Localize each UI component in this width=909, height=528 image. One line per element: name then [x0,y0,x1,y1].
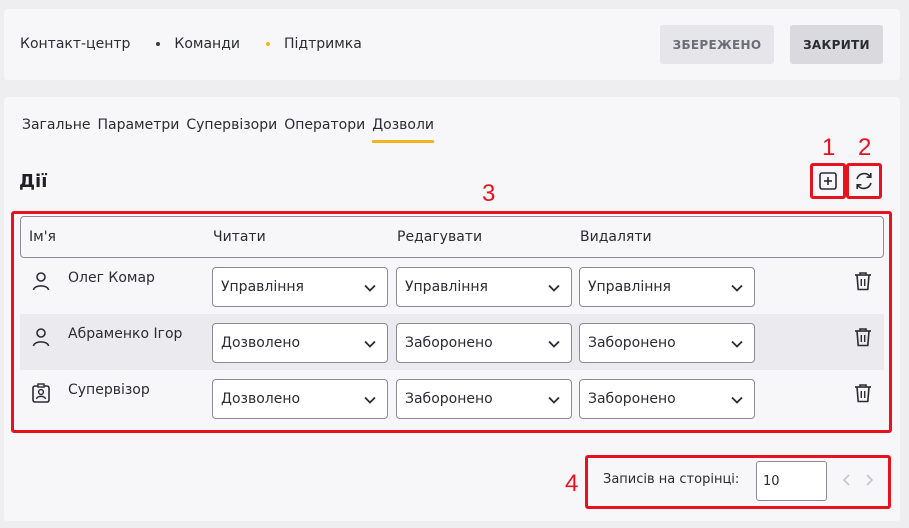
annotation-box-1 [810,163,846,199]
permissions-card: Загальне Параметри Супервізори Оператори… [4,97,900,521]
annotation-marker-4: 4 [565,470,579,497]
breadcrumb-item-support[interactable]: Підтримка [284,36,362,52]
breadcrumb-item-contact-center[interactable]: Контакт-центр [20,36,130,52]
top-bar: Контакт-центр Команди Підтримка ЗБЕРЕЖЕН… [4,9,900,80]
section-title: Дії [19,171,48,192]
saved-button[interactable]: ЗБЕРЕЖЕНО [660,25,774,64]
annotation-box-3 [11,211,892,433]
tab-bar: Загальне Параметри Супервізори Оператори… [22,117,441,143]
tab-general[interactable]: Загальне [22,117,90,143]
tab-supervisors[interactable]: Супервізори [186,117,277,143]
annotation-marker-3: 3 [482,180,496,207]
breadcrumb: Контакт-центр Команди Підтримка [20,36,362,52]
breadcrumb-item-teams[interactable]: Команди [174,36,240,52]
tab-permissions[interactable]: Дозволи [372,117,434,143]
annotation-marker-2: 2 [858,134,872,161]
close-button[interactable]: ЗАКРИТИ [790,25,883,64]
annotation-marker-1: 1 [822,134,836,161]
tab-parameters[interactable]: Параметри [97,117,179,143]
annotation-box-4 [585,455,891,509]
tab-operators[interactable]: Оператори [284,117,365,143]
breadcrumb-separator-dot-accent [265,42,270,46]
annotation-box-2 [846,163,882,199]
breadcrumb-separator-dot [156,42,161,46]
